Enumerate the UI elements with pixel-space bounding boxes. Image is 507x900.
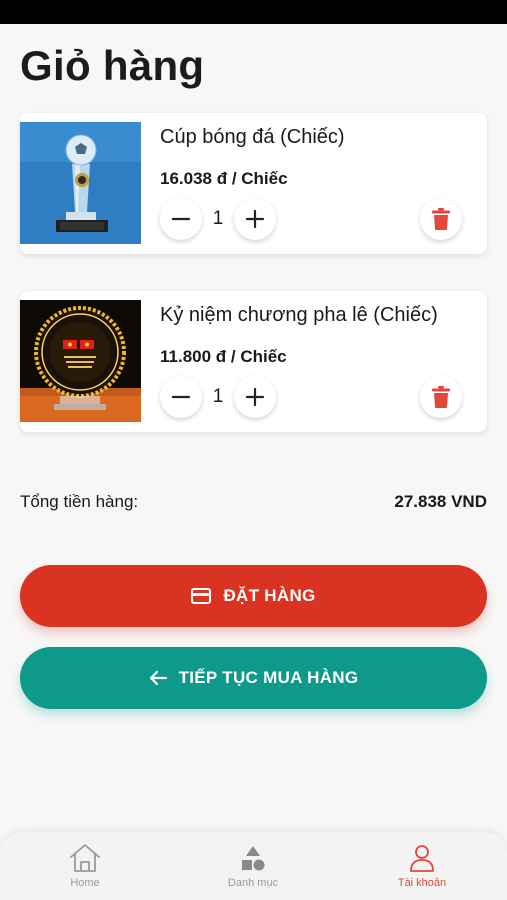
crystal-plaque-image[interactable] [20, 300, 141, 422]
delete-item-button[interactable] [420, 376, 462, 418]
item-price: 16.038 đ / Chiếc [160, 169, 288, 188]
minus-icon [171, 217, 191, 221]
account-icon [410, 845, 434, 872]
order-total: Tổng tiền hàng: 27.838 VND [20, 490, 487, 514]
plus-icon [245, 387, 265, 407]
continue-shopping-button[interactable]: TIẾP TỤC MUA HÀNG [20, 647, 487, 709]
bottom-nav: Home Danh mục Tài khoản [0, 832, 507, 900]
nav-account[interactable]: Tài khoản [362, 842, 482, 889]
category-icon [242, 846, 265, 871]
nav-account-label: Tài khoản [397, 877, 447, 889]
credit-card-icon [191, 588, 212, 604]
item-price: 11.800 đ / Chiếc [160, 347, 287, 366]
trash-icon [432, 386, 450, 408]
cart-item: Cúp bóng đá (Chiếc) 16.038 đ / Chiếc 1 [20, 113, 487, 254]
decrease-quantity-button[interactable] [160, 198, 202, 240]
plus-icon [245, 209, 265, 229]
arrow-left-icon [149, 670, 167, 686]
nav-home[interactable]: Home [25, 842, 145, 889]
place-order-label: ĐẶT HÀNG [223, 586, 316, 605]
total-value: 27.838 VND [394, 492, 487, 511]
nav-category-label: Danh mục [227, 877, 279, 889]
minus-icon [171, 395, 191, 399]
total-label: Tổng tiền hàng: [20, 492, 139, 511]
trash-icon [432, 208, 450, 230]
increase-quantity-button[interactable] [234, 198, 276, 240]
delete-item-button[interactable] [420, 198, 462, 240]
page-title: Giỏ hàng [20, 42, 205, 89]
item-name: Kỷ niệm chương pha lê (Chiếc) [160, 304, 438, 326]
continue-shopping-label: TIẾP TỤC MUA HÀNG [178, 668, 359, 687]
quantity-value: 1 [212, 386, 224, 407]
place-order-button[interactable]: ĐẶT HÀNG [20, 565, 487, 627]
decrease-quantity-button[interactable] [160, 376, 202, 418]
nav-category[interactable]: Danh mục [193, 842, 313, 889]
home-icon [70, 844, 100, 872]
item-name: Cúp bóng đá (Chiếc) [160, 126, 345, 148]
status-bar [0, 0, 507, 24]
quantity-value: 1 [212, 208, 224, 229]
nav-home-label: Home [70, 877, 100, 889]
increase-quantity-button[interactable] [234, 376, 276, 418]
cart-item: Kỷ niệm chương pha lê (Chiếc) 11.800 đ /… [20, 291, 487, 432]
trophy-image[interactable] [20, 122, 141, 244]
